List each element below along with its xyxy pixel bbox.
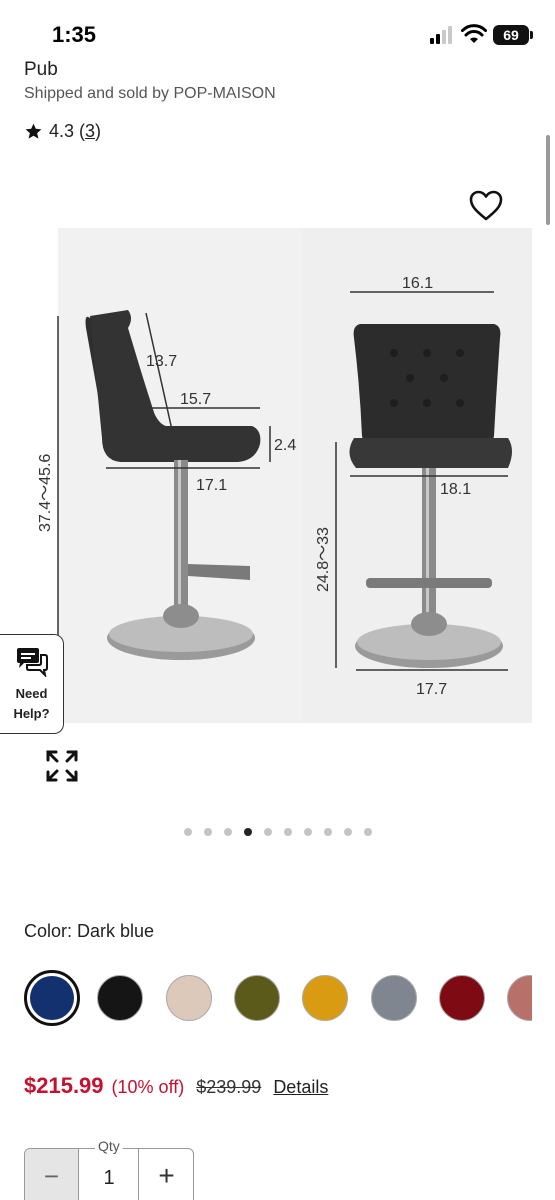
price-details-link[interactable]: Details	[273, 1077, 328, 1098]
page-scrollbar[interactable]	[546, 135, 550, 225]
color-swatch-burgundy[interactable]	[438, 975, 485, 1021]
seller-info: Shipped and sold by POP-MAISON	[24, 85, 276, 102]
discount-label: (10% off)	[111, 1077, 185, 1097]
favorite-heart-icon[interactable]	[466, 186, 506, 226]
original-price: $239.99	[196, 1077, 262, 1097]
rating-summary[interactable]: 4.3 (3)	[24, 121, 101, 142]
price-row: $215.99 (10% off) $239.99 Details	[24, 1073, 328, 1099]
carousel-dots[interactable]	[0, 828, 555, 836]
dim-cushion: 2.4	[274, 437, 296, 454]
dim-total-height: 37.4～45.6	[37, 454, 54, 532]
dim-top-width: 16.1	[402, 275, 433, 292]
quantity-value[interactable]: 1	[79, 1149, 139, 1200]
chat-bubbles-icon	[16, 648, 48, 679]
quantity-stepper[interactable]: Qty − 1 +	[24, 1138, 194, 1200]
dim-base: 17.7	[416, 681, 447, 698]
carousel-dot[interactable]	[263, 828, 272, 836]
need-help-button[interactable]: Need Help?	[0, 634, 64, 734]
dim-seat-width-side: 17.1	[196, 477, 227, 494]
increase-quantity-button[interactable]: +	[138, 1149, 194, 1200]
carousel-dot[interactable]	[343, 828, 352, 836]
carousel-dot[interactable]	[323, 828, 332, 836]
color-swatch-grey[interactable]	[370, 975, 417, 1021]
carousel-dot[interactable]	[223, 828, 232, 836]
dim-seat-depth: 15.7	[180, 391, 211, 408]
rating-value: 4.3	[49, 121, 75, 141]
carousel-dot[interactable]	[203, 828, 212, 836]
color-swatch-mustard[interactable]	[302, 975, 349, 1021]
cellular-signal-icon	[430, 26, 456, 44]
decrease-quantity-button[interactable]: −	[25, 1149, 79, 1200]
dim-seat-width-front: 18.1	[440, 481, 471, 498]
carousel-dot[interactable]	[183, 828, 192, 836]
battery-tip	[530, 31, 533, 39]
product-title: Pub	[24, 59, 58, 78]
color-swatch-rose[interactable]	[507, 975, 532, 1021]
color-swatch-beige[interactable]	[165, 975, 212, 1021]
carousel-dot[interactable]	[303, 828, 312, 836]
status-bar: 1:35 69	[0, 0, 555, 64]
battery-icon: 69	[493, 25, 529, 45]
wifi-icon	[461, 24, 487, 43]
need-help-label-1: Need	[15, 686, 48, 701]
current-price: $215.99	[24, 1073, 104, 1098]
need-help-label-2: Help?	[13, 706, 50, 721]
carousel-dot[interactable]	[363, 828, 372, 836]
swatch-fill	[30, 976, 74, 1020]
color-label: Color: Dark blue	[24, 921, 155, 941]
color-swatch-olive[interactable]	[233, 975, 280, 1021]
product-dimension-image: 13.7 15.7 2.4 17.1 37.4～45.6 16.1 18.1 2…	[24, 168, 532, 805]
product-image-area[interactable]: 13.7 15.7 2.4 17.1 37.4～45.6 16.1 18.1 2…	[24, 168, 532, 805]
carousel-dot[interactable]	[283, 828, 292, 836]
star-icon	[25, 123, 42, 139]
color-swatch-black[interactable]	[97, 975, 144, 1021]
color-swatches[interactable]	[24, 970, 532, 1026]
dim-seat-height: 24.8～33	[315, 527, 332, 592]
color-swatch-dark-blue[interactable]	[24, 970, 80, 1026]
dim-back-height: 13.7	[146, 353, 177, 370]
carousel-dot-active[interactable]	[243, 828, 252, 836]
expand-icon[interactable]	[44, 748, 80, 784]
status-time: 1:35	[52, 22, 97, 47]
review-count-link[interactable]: 3	[85, 121, 95, 142]
